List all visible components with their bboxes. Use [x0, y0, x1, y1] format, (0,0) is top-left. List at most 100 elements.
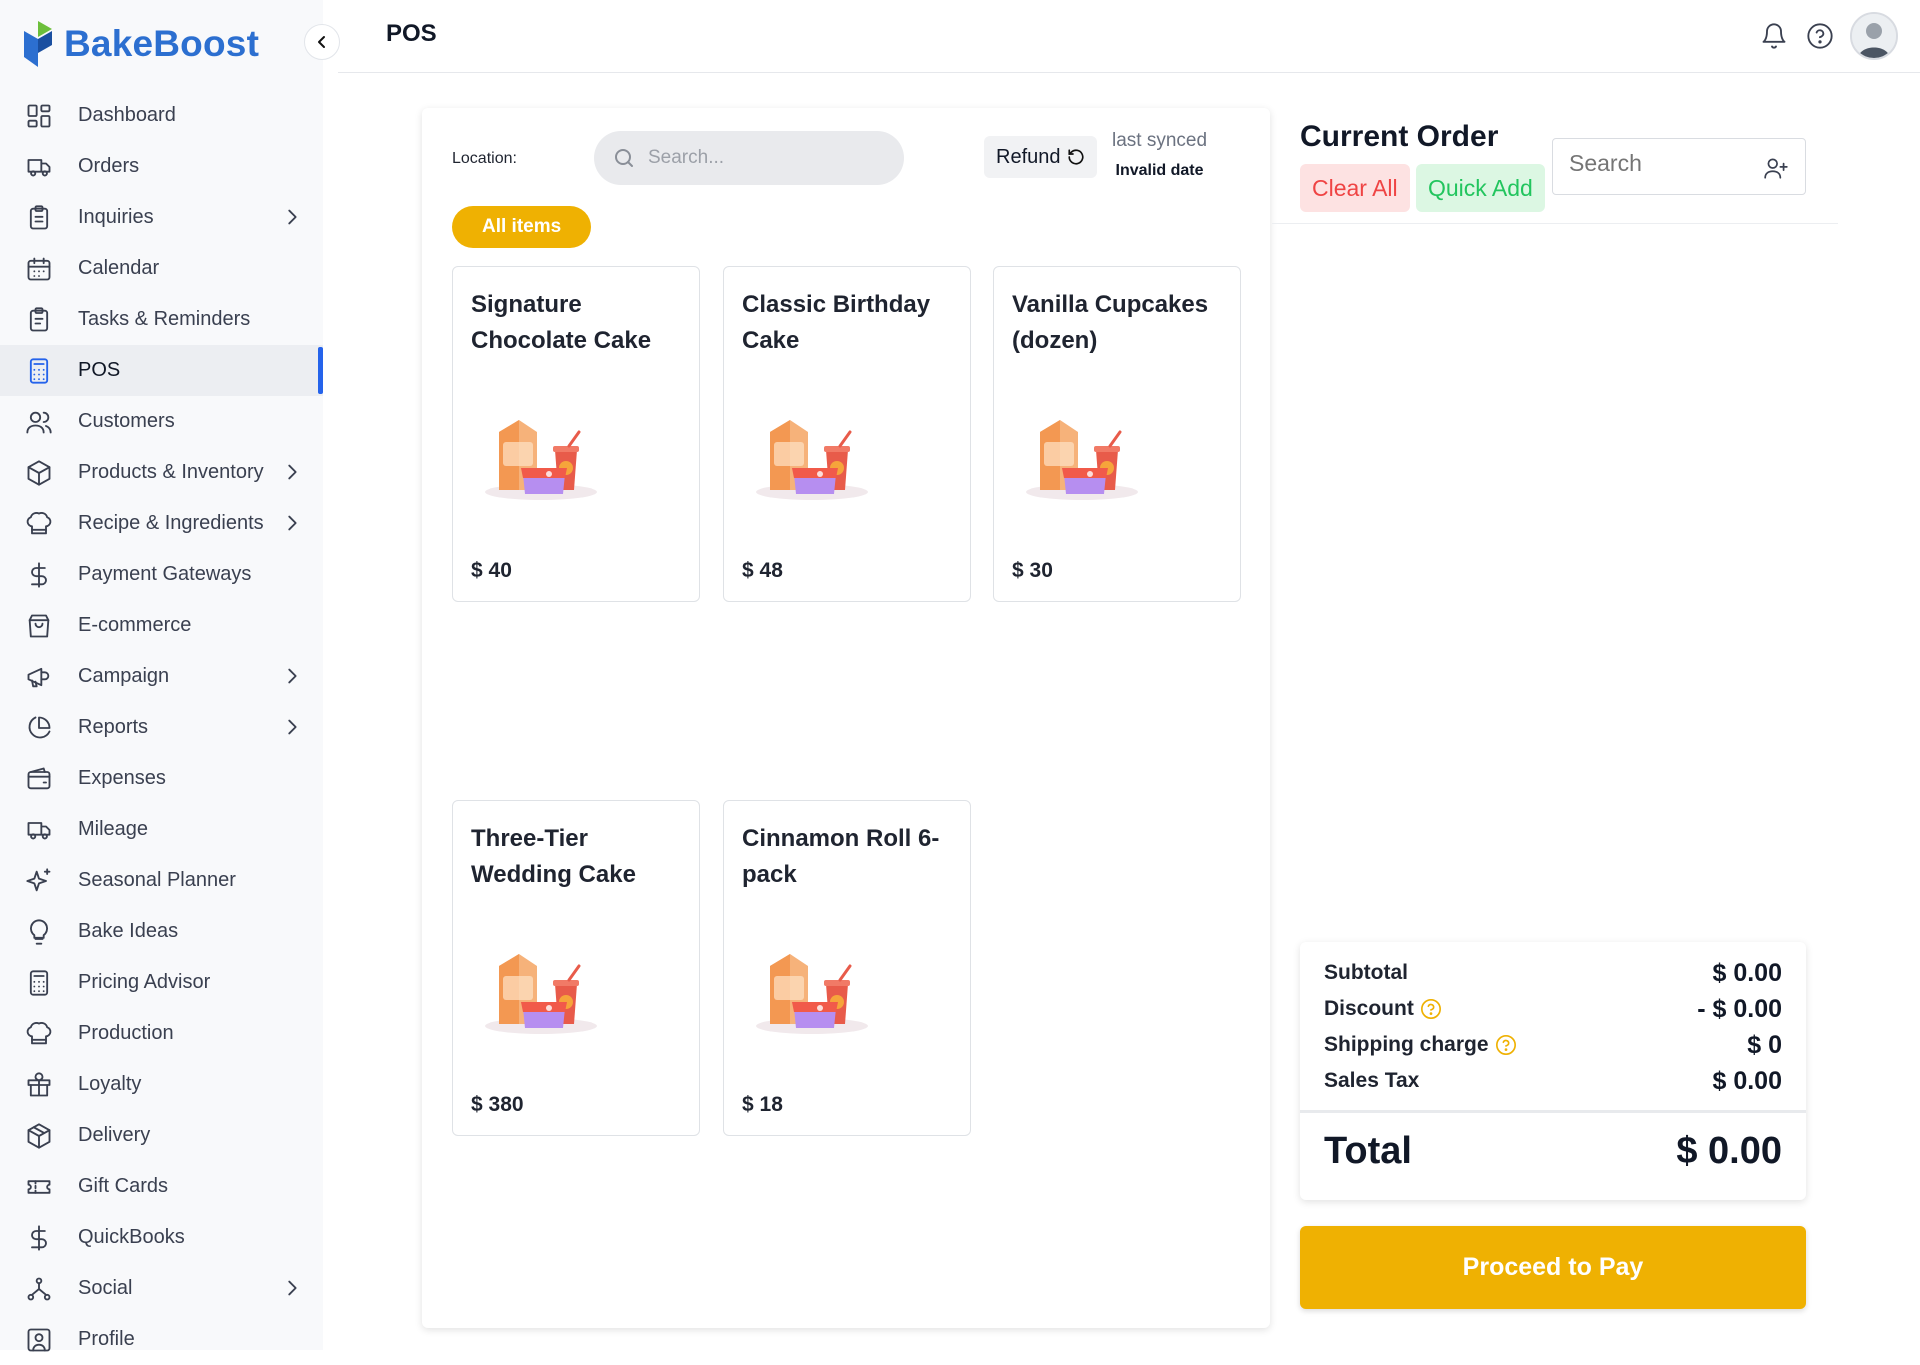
brand-logo[interactable]: BakeBoost: [22, 16, 259, 72]
product-image: [479, 946, 599, 1036]
chevron-right-icon[interactable]: [281, 1277, 303, 1299]
product-card[interactable]: Signature Chocolate Cake $ 40: [452, 266, 700, 602]
refund-button[interactable]: Refund: [984, 136, 1097, 178]
tax-value: $ 0.00: [1712, 1066, 1782, 1095]
sidebar-item-label: Orders: [78, 155, 140, 177]
product-search-input[interactable]: [648, 147, 888, 169]
product-price: $ 48: [742, 559, 783, 582]
sidebar-item-label: Campaign: [78, 665, 170, 687]
sidebar-item-pricing-advisor[interactable]: Pricing Advisor: [0, 957, 323, 1008]
sidebar-item-label: Pricing Advisor: [78, 971, 211, 993]
sidebar-item-dashboard[interactable]: Dashboard: [0, 90, 323, 141]
sync-status: last synced Invalid date: [1112, 130, 1207, 180]
chevron-left-icon: [318, 36, 325, 48]
avatar[interactable]: [1850, 12, 1898, 60]
sidebar-item-reports[interactable]: Reports: [0, 702, 323, 753]
package-icon: [24, 1121, 54, 1151]
product-card[interactable]: Vanilla Cupcakes (dozen) $ 30: [993, 266, 1241, 602]
sidebar-item-seasonal-planner[interactable]: Seasonal Planner: [0, 855, 323, 906]
bakeboost-logo-icon: [24, 21, 52, 67]
chef-hat-icon: [24, 1019, 54, 1049]
discount-row: Discount - $ 0.00: [1324, 994, 1782, 1024]
calendar-icon: [24, 254, 54, 284]
gift-icon: [24, 1070, 54, 1100]
sidebar-item-tasks-and-reminders[interactable]: Tasks & Reminders: [0, 294, 323, 345]
megaphone-icon: [24, 662, 54, 692]
help-circle-icon[interactable]: [1495, 1034, 1517, 1056]
category-all-items[interactable]: All items: [452, 206, 592, 248]
sidebar-item-calendar[interactable]: Calendar: [0, 243, 323, 294]
bell-icon[interactable]: [1758, 20, 1790, 52]
truck-icon: [24, 815, 54, 845]
summary-divider: [1300, 1110, 1806, 1113]
sidebar-item-bake-ideas[interactable]: Bake Ideas: [0, 906, 323, 957]
subtotal-row: Subtotal $ 0.00: [1324, 958, 1782, 988]
users-icon: [24, 407, 54, 437]
sidebar-collapse-button[interactable]: [304, 24, 340, 60]
dashboard-icon: [24, 101, 54, 131]
top-bar: POS: [338, 0, 1920, 73]
ticket-icon: [24, 1172, 54, 1202]
chevron-right-icon[interactable]: [281, 461, 303, 483]
product-price: $ 380: [471, 1093, 524, 1116]
calculator-icon: [24, 968, 54, 998]
quick-add-button[interactable]: Quick Add: [1416, 164, 1545, 212]
customer-search-box[interactable]: [1552, 138, 1806, 195]
sidebar: BakeBoost Dashboard Orders Inquiries Calend…: [0, 0, 323, 1351]
discount-label: Discount: [1324, 997, 1414, 1020]
sidebar-item-gift-cards[interactable]: Gift Cards: [0, 1161, 323, 1212]
dollar-icon: [24, 560, 54, 590]
chevron-right-icon[interactable]: [281, 206, 303, 228]
sidebar-item-label: Production: [78, 1022, 174, 1044]
sidebar-item-social[interactable]: Social: [0, 1263, 323, 1314]
proceed-to-pay-button[interactable]: Proceed to Pay: [1300, 1226, 1806, 1309]
sidebar-item-expenses[interactable]: Expenses: [0, 753, 323, 804]
chevron-right-icon[interactable]: [281, 512, 303, 534]
product-card[interactable]: Classic Birthday Cake $ 48: [723, 266, 971, 602]
subtotal-label: Subtotal: [1324, 961, 1408, 984]
sidebar-item-recipe-and-ingredients[interactable]: Recipe & Ingredients: [0, 498, 323, 549]
sidebar-item-campaign[interactable]: Campaign: [0, 651, 323, 702]
sidebar-item-production[interactable]: Production: [0, 1008, 323, 1059]
clear-all-button[interactable]: Clear All: [1300, 164, 1410, 212]
sidebar-item-products-and-inventory[interactable]: Products & Inventory: [0, 447, 323, 498]
products-panel: Location: Refund last synced Invalid dat…: [422, 108, 1270, 1328]
sidebar-item-pos[interactable]: POS: [0, 345, 323, 396]
chevron-right-icon[interactable]: [281, 665, 303, 687]
refund-label: Refund: [996, 145, 1061, 168]
product-card[interactable]: Three-Tier Wedding Cake $ 380: [452, 800, 700, 1136]
chevron-right-icon[interactable]: [281, 716, 303, 738]
sidebar-item-label: Customers: [78, 410, 175, 432]
help-icon[interactable]: [1804, 20, 1836, 52]
product-card[interactable]: Cinnamon Roll 6-pack $ 18: [723, 800, 971, 1136]
shopping-bag-icon: [24, 611, 54, 641]
sidebar-item-quickbooks[interactable]: QuickBooks: [0, 1212, 323, 1263]
product-search-box[interactable]: [594, 131, 904, 185]
product-name: Three-Tier Wedding Cake: [471, 825, 636, 888]
calculator-icon: [24, 356, 54, 386]
subtotal-value: $ 0.00: [1712, 958, 1782, 987]
sidebar-item-label: E-commerce: [78, 614, 192, 636]
sidebar-item-orders[interactable]: Orders: [0, 141, 323, 192]
sidebar-item-profile[interactable]: Profile: [0, 1314, 323, 1365]
sidebar-item-mileage[interactable]: Mileage: [0, 804, 323, 855]
network-icon: [24, 1274, 54, 1304]
sidebar-item-loyalty[interactable]: Loyalty: [0, 1059, 323, 1110]
top-bar-actions: [1758, 12, 1898, 60]
help-circle-icon[interactable]: [1420, 998, 1442, 1020]
sidebar-item-customers[interactable]: Customers: [0, 396, 323, 447]
clipboard-check-icon: [24, 305, 54, 335]
shipping-label-group: Shipping charge: [1324, 1033, 1517, 1057]
order-summary: Subtotal $ 0.00 Discount - $ 0.00 Shippi…: [1300, 942, 1806, 1200]
customer-search-input[interactable]: [1569, 145, 1749, 191]
add-user-icon[interactable]: [1763, 155, 1789, 181]
sidebar-item-inquiries[interactable]: Inquiries: [0, 192, 323, 243]
sidebar-item-payment-gateways[interactable]: Payment Gateways: [0, 549, 323, 600]
order-divider: [1272, 223, 1838, 224]
shipping-label: Shipping charge: [1324, 1033, 1489, 1056]
order-title: Current Order: [1300, 120, 1499, 153]
dollar-icon: [24, 1223, 54, 1253]
sidebar-item-e-commerce[interactable]: E-commerce: [0, 600, 323, 651]
sidebar-item-delivery[interactable]: Delivery: [0, 1110, 323, 1161]
sidebar-item-label: Loyalty: [78, 1073, 142, 1095]
